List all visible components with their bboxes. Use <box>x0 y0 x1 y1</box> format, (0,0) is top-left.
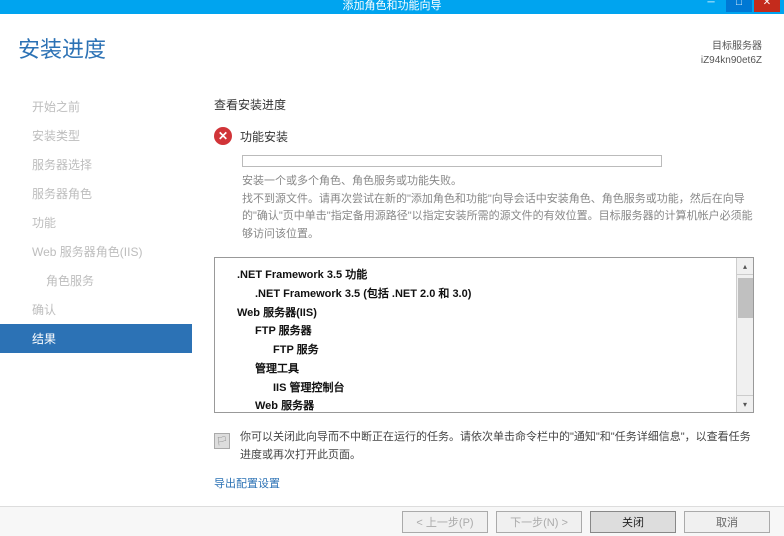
main-panel: 查看安装进度 ✕ 功能安装 安装一个或多个角色、角色服务或功能失败。 找不到源文… <box>192 14 784 506</box>
nav-server-roles: 服务器角色 <box>0 179 192 208</box>
scroll-down-button[interactable]: ▾ <box>737 395 753 412</box>
footer: < 上一步(P) 下一步(N) > 关闭 取消 <box>0 506 784 536</box>
minimize-button[interactable]: ─ <box>698 0 724 12</box>
nav-before-begin: 开始之前 <box>0 92 192 121</box>
scrollbar[interactable]: ▴ ▾ <box>736 258 753 412</box>
status-text: 功能安装 <box>240 128 288 145</box>
features-list: .NET Framework 3.5 功能.NET Framework 3.5 … <box>214 257 754 413</box>
wizard-nav: 开始之前 安装类型 服务器选择 服务器角色 功能 Web 服务器角色(IIS) … <box>0 92 192 353</box>
error-icon: ✕ <box>214 127 232 145</box>
feature-item: .NET Framework 3.5 (包括 .NET 2.0 和 3.0) <box>227 285 741 304</box>
nav-web-server-role: Web 服务器角色(IIS) <box>0 237 192 266</box>
nav-role-services: 角色服务 <box>0 266 192 295</box>
error-detail: 找不到源文件。请再次尝试在新的"添加角色和功能"向导会话中安装角色、角色服务或功… <box>242 193 753 240</box>
next-button: 下一步(N) > <box>496 511 582 533</box>
feature-item: 管理工具 <box>227 360 741 379</box>
window-controls: ─ □ ✕ <box>698 0 780 12</box>
previous-button: < 上一步(P) <box>402 511 488 533</box>
nav-features: 功能 <box>0 208 192 237</box>
info-note-row: 🏳 你可以关闭此向导而不中断正在运行的任务。请依次单击命令栏中的"通知"和"任务… <box>214 429 754 464</box>
feature-item: FTP 服务器 <box>227 322 741 341</box>
sidebar: 安装进度 目标服务器 iZ94kn90et6Z 开始之前 安装类型 服务器选择 … <box>0 14 192 506</box>
section-title: 查看安装进度 <box>214 96 762 113</box>
scroll-thumb[interactable] <box>738 278 753 318</box>
feature-item: FTP 服务 <box>227 341 741 360</box>
cancel-button[interactable]: 取消 <box>684 511 770 533</box>
window-title: 添加角色和功能向导 <box>343 0 442 13</box>
maximize-button[interactable]: □ <box>726 0 752 12</box>
info-note: 你可以关闭此向导而不中断正在运行的任务。请依次单击命令栏中的"通知"和"任务详细… <box>240 429 754 464</box>
status-row: ✕ 功能安装 <box>214 127 762 145</box>
titlebar: 添加角色和功能向导 ─ □ ✕ <box>0 0 784 14</box>
page-title: 安装进度 <box>0 32 192 82</box>
error-description: 安装一个或多个角色、角色服务或功能失败。 找不到源文件。请再次尝试在新的"添加角… <box>242 173 762 243</box>
export-config-link[interactable]: 导出配置设置 <box>214 475 280 491</box>
error-line: 安装一个或多个角色、角色服务或功能失败。 <box>242 175 462 187</box>
close-button[interactable]: 关闭 <box>590 511 676 533</box>
flag-icon: 🏳 <box>214 433 230 449</box>
content-area: 安装进度 目标服务器 iZ94kn90et6Z 开始之前 安装类型 服务器选择 … <box>0 14 784 506</box>
feature-item: IIS 管理控制台 <box>227 379 741 398</box>
feature-item: Web 服务器 <box>227 397 741 413</box>
close-window-button[interactable]: ✕ <box>754 0 780 12</box>
feature-item: Web 服务器(IIS) <box>227 304 741 323</box>
progress-bar <box>242 155 662 167</box>
nav-results[interactable]: 结果 <box>0 324 192 353</box>
nav-confirmation: 确认 <box>0 295 192 324</box>
nav-install-type: 安装类型 <box>0 121 192 150</box>
scroll-up-button[interactable]: ▴ <box>737 258 753 275</box>
feature-item: .NET Framework 3.5 功能 <box>227 266 741 285</box>
nav-server-selection: 服务器选择 <box>0 150 192 179</box>
